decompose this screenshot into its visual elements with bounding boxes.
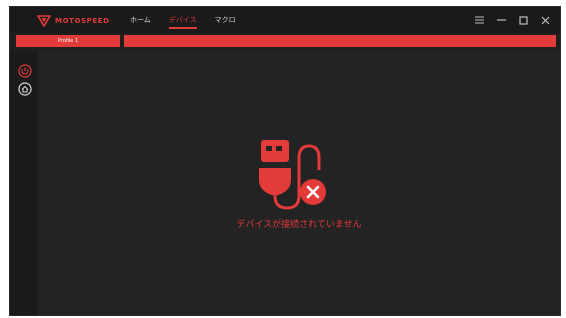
main-content: デバイスが接続されていません: [38, 51, 560, 315]
profile-tab[interactable]: Profile 1: [16, 35, 120, 47]
logo-icon: [37, 15, 51, 27]
tab-home[interactable]: ホーム: [130, 14, 151, 26]
window-controls: [474, 15, 550, 25]
power-icon[interactable]: [18, 63, 32, 78]
profile-bar: Profile 1: [16, 35, 556, 47]
app-window: MOTOSPEED ホーム デバイス マクロ Profile 1 デバイスが接続…: [10, 7, 560, 315]
tab-macro[interactable]: マクロ: [215, 14, 236, 26]
home-icon[interactable]: [18, 81, 32, 96]
close-icon[interactable]: [540, 15, 550, 25]
profile-strip: [124, 35, 556, 47]
title-bar: MOTOSPEED ホーム デバイス マクロ: [10, 7, 560, 33]
no-device-message: デバイスが接続されていません: [236, 220, 362, 230]
minimize-icon[interactable]: [496, 15, 506, 25]
menu-icon[interactable]: [474, 15, 484, 25]
sidebar: [10, 51, 38, 315]
maximize-icon[interactable]: [518, 15, 528, 25]
tab-device[interactable]: デバイス: [168, 14, 197, 29]
main-nav: ホーム デバイス マクロ: [130, 14, 236, 29]
usb-disconnected-icon: [259, 140, 326, 210]
logo-text: MOTOSPEED: [55, 16, 110, 25]
app-logo: MOTOSPEED: [37, 14, 110, 28]
